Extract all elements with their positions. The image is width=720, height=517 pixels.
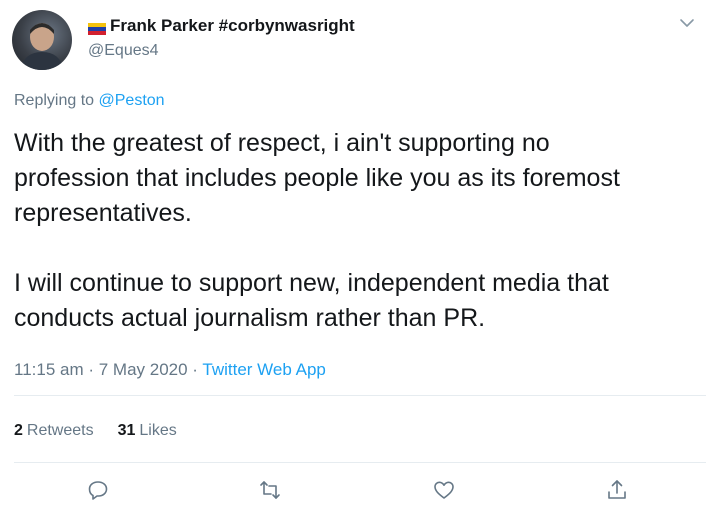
tweet-date[interactable]: 7 May 2020 [99,360,188,379]
chevron-down-icon[interactable] [678,14,696,32]
meta-separator: · [187,360,203,379]
replying-to-prefix: Replying to [14,92,99,109]
tweet-source-app[interactable]: Twitter Web App [202,360,325,379]
retweets-count: 2 [14,422,23,439]
tweet-meta: 11:15 am · 7 May 2020 · Twitter Web App [14,360,326,380]
retweets-label: Retweets [26,422,94,439]
tweet-text: With the greatest of respect, i ain't su… [14,129,620,332]
replying-to: Replying to @Peston [14,92,165,110]
replying-to-link[interactable]: @Peston [99,92,165,109]
divider [14,462,706,463]
author-name[interactable]: Frank Parker #corbynwasright [110,16,355,36]
like-icon[interactable] [432,478,456,502]
share-icon[interactable] [605,478,629,502]
tweet-actions [0,478,720,506]
divider [14,395,706,396]
author-name-row[interactable]: Frank Parker #corbynwasright [88,16,355,36]
likes-count: 31 [117,422,136,439]
author-handle[interactable]: @Eques4 [88,42,159,60]
tweet-time[interactable]: 11:15 am [14,360,84,379]
tweet-stats: 2 Retweets 31 Likes [14,422,177,440]
avatar[interactable] [12,10,72,70]
meta-separator: · [83,360,99,379]
retweets-stat[interactable]: 2 Retweets [14,422,94,440]
likes-stat[interactable]: 31 Likes [118,422,177,440]
likes-label: Likes [139,422,177,439]
venezuela-flag-icon [88,20,106,35]
reply-icon[interactable] [86,478,110,502]
retweet-icon[interactable] [258,478,282,502]
